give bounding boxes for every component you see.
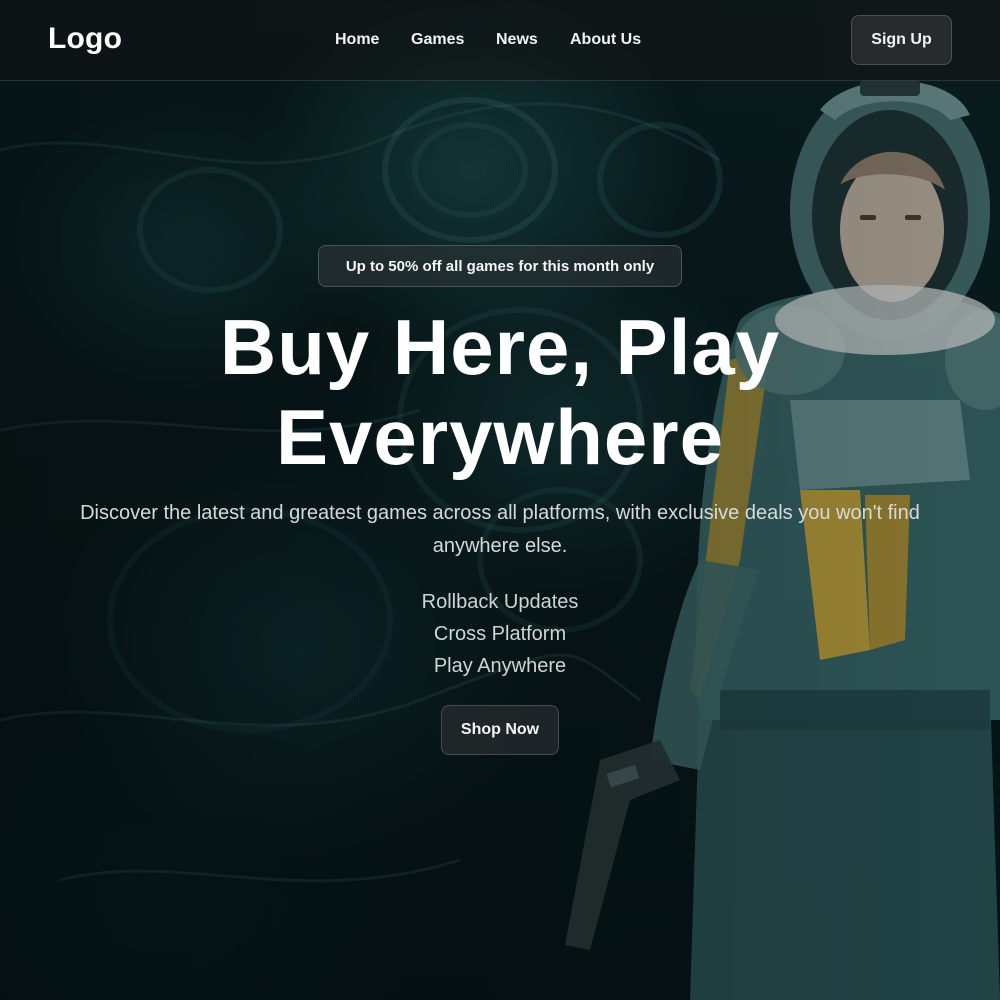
nav-link-about-us[interactable]: About Us <box>570 31 641 49</box>
headline-line-1: Buy Here, Play <box>219 303 781 391</box>
promo-badge: Up to 50% off all games for this month o… <box>318 245 682 287</box>
site-logo[interactable]: Logo <box>48 22 122 56</box>
page-title: Buy Here, Play Everywhere <box>100 302 900 482</box>
feature-item: Rollback Updates <box>421 591 579 613</box>
nav-link-games[interactable]: Games <box>411 31 464 49</box>
sign-up-button[interactable]: Sign Up <box>851 15 952 65</box>
headline-line-2: Everywhere <box>276 393 724 481</box>
hero-description: Discover the latest and greatest games a… <box>80 502 920 557</box>
feature-item: Cross Platform <box>433 623 567 645</box>
top-navbar: Logo Home Games News About Us Sign Up <box>0 0 1000 81</box>
nav-link-home[interactable]: Home <box>335 31 379 49</box>
feature-item: Play Anywhere <box>433 655 567 677</box>
feature-list: Rollback Updates Cross Platform Play Any… <box>300 586 700 682</box>
shop-now-button[interactable]: Shop Now <box>441 705 559 755</box>
nav-link-news[interactable]: News <box>496 31 538 49</box>
